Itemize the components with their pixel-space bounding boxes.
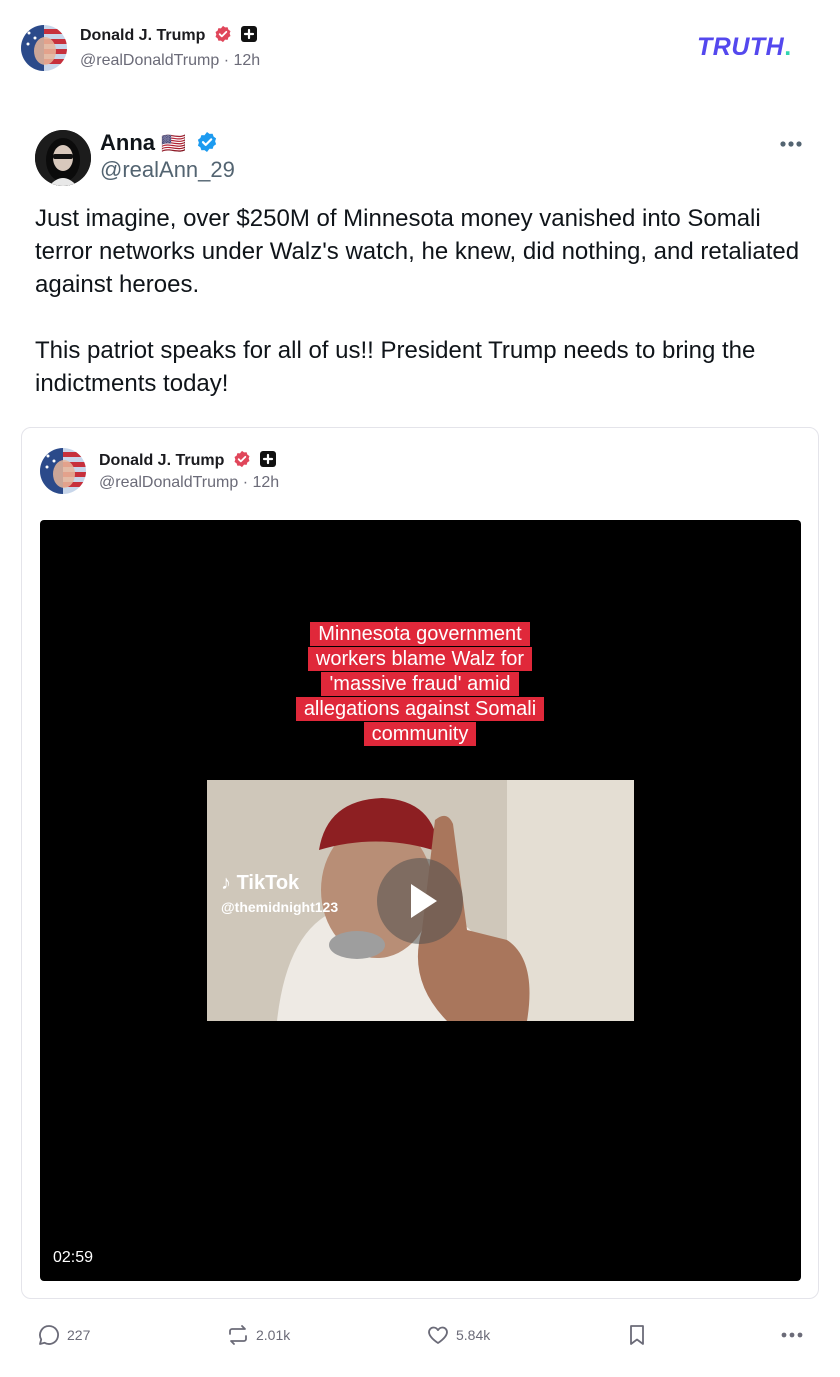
plus-badge-icon bbox=[241, 26, 258, 42]
us-flag-icon: 🇺🇸 bbox=[161, 133, 187, 155]
separator-dot: · bbox=[223, 52, 234, 69]
truth-logo[interactable]: TRUTH. bbox=[697, 33, 792, 62]
comment-icon bbox=[39, 1325, 59, 1345]
bookmark-icon bbox=[630, 1325, 644, 1345]
reply-count: 227 bbox=[67, 1327, 91, 1343]
play-icon[interactable] bbox=[377, 858, 463, 944]
quoted-author-name-line[interactable]: Anna 🇺🇸 bbox=[100, 130, 218, 156]
video-caption-text: Minnesota government workers blame Walz … bbox=[295, 622, 545, 746]
quoted-author-name[interactable]: Anna bbox=[100, 130, 155, 155]
verified-badge-icon bbox=[234, 450, 250, 468]
embedded-post-time: 12h bbox=[252, 474, 280, 491]
post-time: 12h bbox=[233, 52, 261, 69]
post-paragraph-1: Just imagine, over $250M of Minnesota mo… bbox=[35, 205, 800, 298]
reply-button[interactable]: 227 bbox=[37, 1322, 90, 1348]
post-paragraph-2: This patriot speaks for all of us!! Pres… bbox=[35, 337, 756, 397]
quoted-author-handle[interactable]: @realAnn_29 bbox=[100, 157, 235, 183]
like-count: 5.84k bbox=[456, 1327, 491, 1343]
embedded-author-name[interactable]: Donald J. Trump bbox=[99, 452, 224, 469]
tiktok-user: @themidnight123 bbox=[221, 899, 339, 915]
separator-dot: · bbox=[242, 474, 253, 491]
video-caption: Minnesota government workers blame Walz … bbox=[280, 622, 560, 747]
tiktok-watermark: ♪ TikTok @themidnight123 bbox=[221, 872, 338, 915]
author-avatar[interactable] bbox=[21, 25, 67, 71]
author-handle[interactable]: @realDonaldTrump bbox=[80, 52, 219, 69]
embedded-author-handle[interactable]: @realDonaldTrump bbox=[99, 474, 238, 491]
post-header: Donald J. Trump @realDonaldTrump · 12h T… bbox=[0, 0, 840, 90]
retruth-button[interactable]: 2.01k bbox=[226, 1322, 290, 1348]
heart-icon bbox=[428, 1326, 448, 1344]
tiktok-brand-text: TikTok bbox=[236, 872, 300, 894]
author-name[interactable]: Donald J. Trump bbox=[80, 27, 205, 44]
author-name-line[interactable]: Donald J. Trump bbox=[80, 25, 258, 45]
logo-dot: . bbox=[784, 33, 792, 61]
embedded-handle-line: @realDonaldTrump · 12h bbox=[99, 474, 279, 492]
more-actions-button[interactable] bbox=[780, 1322, 804, 1348]
plus-badge-icon bbox=[260, 451, 277, 467]
retruth-count: 2.01k bbox=[256, 1327, 291, 1343]
video-thumbnail[interactable]: ♪ TikTok @themidnight123 bbox=[207, 780, 634, 1021]
more-options-icon[interactable] bbox=[778, 134, 804, 154]
verified-badge-icon bbox=[215, 25, 231, 43]
video-duration: 02:59 bbox=[53, 1249, 94, 1266]
retruth-icon bbox=[229, 1325, 247, 1345]
tiktok-brand: ♪ TikTok bbox=[221, 872, 338, 895]
author-handle-line: @realDonaldTrump · 12h bbox=[80, 52, 260, 70]
blue-verified-icon bbox=[198, 132, 217, 152]
quoted-author-avatar[interactable] bbox=[35, 130, 91, 186]
embedded-author-name-line[interactable]: Donald J. Trump bbox=[99, 450, 277, 470]
embedded-author-avatar[interactable] bbox=[40, 448, 86, 494]
quoted-post-text: Just imagine, over $250M of Minnesota mo… bbox=[35, 202, 815, 400]
bookmark-button[interactable] bbox=[626, 1322, 648, 1348]
action-bar: 227 2.01k 5.84k bbox=[0, 1316, 840, 1356]
logo-text: TRUTH bbox=[697, 33, 785, 61]
more-options-icon bbox=[781, 1332, 803, 1338]
like-button[interactable]: 5.84k bbox=[426, 1322, 490, 1348]
embedded-post-card[interactable]: Donald J. Trump @realDonaldTrump · 12h M… bbox=[21, 427, 819, 1299]
video-player[interactable]: Minnesota government workers blame Walz … bbox=[40, 520, 801, 1281]
tiktok-icon: ♪ bbox=[221, 872, 231, 894]
